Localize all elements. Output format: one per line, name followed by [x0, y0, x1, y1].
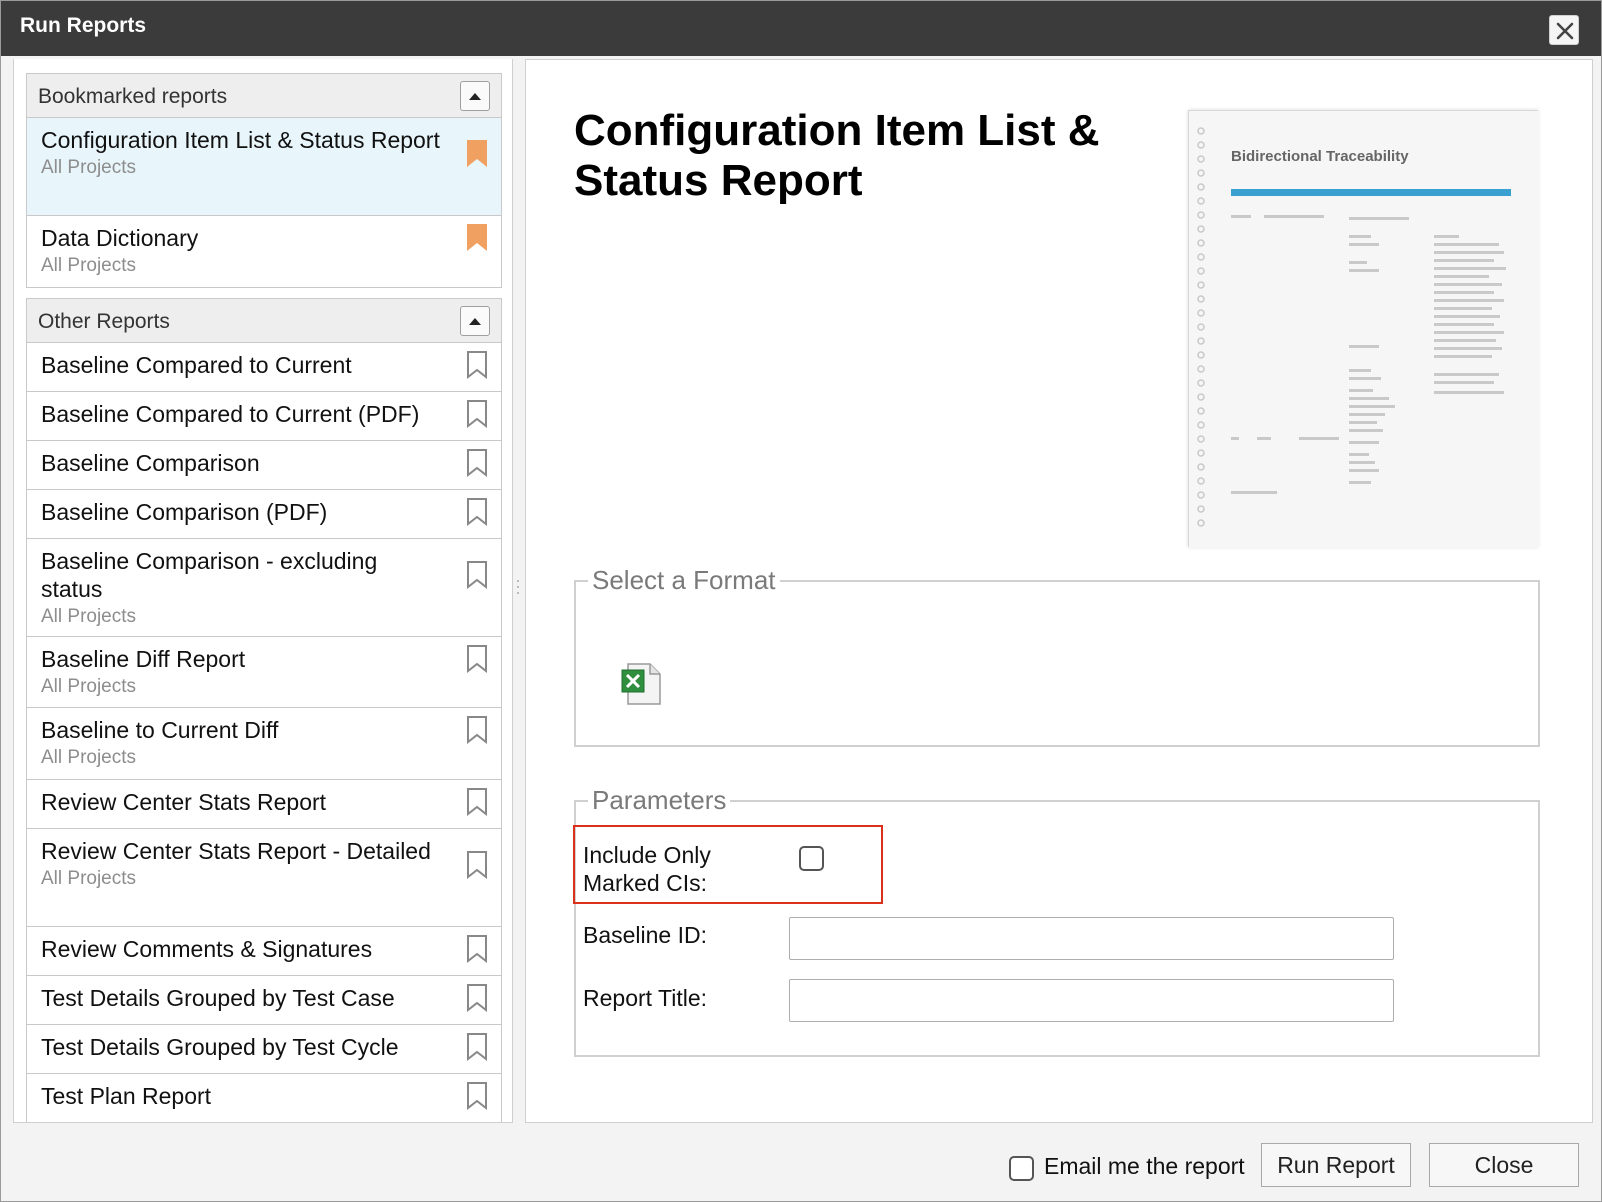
report-scope: All Projects: [41, 747, 137, 768]
bookmark-outline-icon[interactable]: [467, 400, 487, 428]
list-item[interactable]: Data Dictionary All Projects: [27, 216, 501, 287]
bookmark-outline-icon[interactable]: [467, 788, 487, 816]
email-report-checkbox[interactable]: [1009, 1156, 1034, 1181]
bookmark-filled-icon[interactable]: [467, 224, 487, 251]
include-marked-checkbox[interactable]: [799, 846, 824, 871]
report-title-input[interactable]: [789, 979, 1394, 1022]
bookmark-outline-icon[interactable]: [467, 1033, 487, 1061]
list-item[interactable]: Baseline Comparison: [27, 441, 501, 490]
list-item[interactable]: Baseline Compared to Current: [27, 343, 501, 392]
dialog-footer: Email me the report Run Report Close: [1, 1126, 1601, 1201]
report-name: Review Center Stats Report - Detailed: [41, 838, 431, 864]
select-format-fieldset: Select a Format: [574, 565, 1540, 747]
bookmark-outline-icon[interactable]: [467, 498, 487, 526]
bookmarked-reports-label: Bookmarked reports: [38, 85, 228, 108]
bookmark-outline-icon[interactable]: [467, 351, 487, 379]
report-preview-image: Bidirectional Traceability: [1189, 111, 1539, 548]
baseline-id-label: Baseline ID:: [583, 922, 708, 948]
report-detail-panel: Configuration Item List & Status Report …: [525, 59, 1593, 1123]
select-format-legend: Select a Format: [592, 565, 776, 595]
report-scope: All Projects: [41, 157, 137, 178]
report-scope: All Projects: [41, 606, 137, 627]
bookmark-outline-icon[interactable]: [467, 716, 487, 744]
report-name: Baseline Comparison (PDF): [41, 499, 328, 525]
list-item[interactable]: Baseline Comparison - excluding status A…: [27, 539, 501, 637]
run-report-button[interactable]: Run Report: [1261, 1143, 1411, 1187]
list-item[interactable]: Test Details Grouped by Test Case: [27, 976, 501, 1025]
report-name: Baseline to Current Diff: [41, 717, 279, 743]
report-scope: All Projects: [41, 255, 137, 276]
email-report-label: Email me the report: [1044, 1153, 1245, 1179]
report-name: Baseline Diff Report: [41, 646, 246, 672]
dialog-title: Run Reports: [20, 14, 146, 37]
list-item[interactable]: Baseline to Current Diff All Projects: [27, 708, 501, 780]
parameters-legend: Parameters: [592, 785, 727, 815]
list-item[interactable]: Baseline Diff Report All Projects: [27, 637, 501, 708]
chevron-up-icon: [469, 318, 481, 325]
report-scope: All Projects: [41, 868, 137, 889]
dialog-titlebar: Run Reports: [1, 1, 1601, 56]
bookmark-outline-icon[interactable]: [467, 851, 487, 879]
bookmarked-reports-header: Bookmarked reports: [27, 74, 501, 118]
report-title-label: Report Title:: [583, 985, 707, 1011]
bookmark-outline-icon[interactable]: [467, 561, 487, 589]
list-item[interactable]: Review Center Stats Report - Detailed Al…: [27, 829, 501, 927]
report-name: Data Dictionary: [41, 225, 199, 251]
bookmark-outline-icon[interactable]: [467, 935, 487, 963]
list-item[interactable]: Test Details Grouped by Test Cycle: [27, 1025, 501, 1074]
list-item[interactable]: Test Plan Report: [27, 1074, 501, 1122]
report-name: Test Plan Report: [41, 1083, 212, 1109]
report-scope: All Projects: [41, 676, 137, 697]
collapse-other-button[interactable]: [460, 306, 490, 336]
list-item[interactable]: Configuration Item List & Status Report …: [27, 118, 501, 216]
close-icon: [1556, 22, 1574, 40]
run-reports-dialog: Run Reports Bookmarked reports Configura…: [0, 0, 1602, 1202]
report-preview-thumbnail: Bidirectional Traceability: [1188, 110, 1539, 548]
chevron-up-icon: [469, 93, 481, 100]
bookmark-outline-icon[interactable]: [467, 984, 487, 1012]
baseline-id-input[interactable]: [789, 917, 1394, 960]
close-dialog-button[interactable]: [1549, 15, 1579, 45]
close-button[interactable]: Close: [1429, 1143, 1579, 1187]
other-reports-header: Other Reports: [27, 299, 501, 343]
report-name: Test Details Grouped by Test Cycle: [41, 1034, 399, 1060]
other-reports-label: Other Reports: [38, 310, 170, 333]
preview-heading: Bidirectional Traceability: [1231, 148, 1409, 165]
report-name: Baseline Compared to Current (PDF): [41, 401, 420, 427]
bookmark-filled-icon[interactable]: [467, 140, 487, 167]
list-item[interactable]: Baseline Comparison (PDF): [27, 490, 501, 539]
bookmark-outline-icon[interactable]: [467, 449, 487, 477]
report-name: Review Center Stats Report: [41, 789, 327, 815]
report-name: Test Details Grouped by Test Case: [41, 985, 395, 1011]
report-list-panel: Bookmarked reports Configuration Item Li…: [13, 59, 513, 1123]
list-item[interactable]: Review Comments & Signatures: [27, 927, 501, 976]
report-title: Configuration Item List & Status Report: [574, 106, 1100, 205]
collapse-bookmarked-button[interactable]: [460, 81, 490, 111]
excel-file-icon[interactable]: [620, 662, 662, 711]
panel-splitter-handle[interactable]: [515, 576, 521, 606]
bookmark-outline-icon[interactable]: [467, 1082, 487, 1110]
list-item[interactable]: Baseline Compared to Current (PDF): [27, 392, 501, 441]
bookmark-outline-icon[interactable]: [467, 645, 487, 673]
bookmarked-reports-group: Bookmarked reports Configuration Item Li…: [26, 73, 502, 288]
list-item[interactable]: Review Center Stats Report: [27, 780, 501, 829]
include-marked-label: Include Only Marked CIs:: [583, 842, 711, 896]
other-reports-group: Other Reports Baseline Compared to Curre…: [26, 298, 502, 1122]
report-name: Baseline Compared to Current: [41, 352, 352, 378]
report-name: Baseline Comparison - excluding status: [41, 548, 378, 602]
report-name: Review Comments & Signatures: [41, 936, 373, 962]
report-name: Baseline Comparison: [41, 450, 260, 476]
report-name: Configuration Item List & Status Report: [41, 127, 440, 153]
